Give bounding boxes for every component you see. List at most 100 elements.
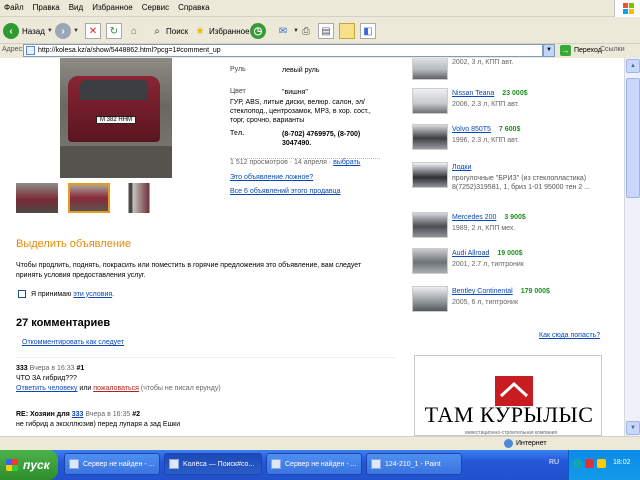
chevron-down-icon: ▼	[46, 28, 53, 34]
address-input[interactable]: http://kolesa.kz/a/show/5448862.html?pcg…	[23, 44, 543, 57]
sidebar-listing[interactable]: 2002, 3 л, КПП авт.	[412, 58, 612, 90]
listing-thumbnail[interactable]	[412, 248, 448, 274]
or-text: или	[77, 385, 94, 392]
listing-title[interactable]: Audi Allroad	[452, 250, 489, 257]
complain-link[interactable]: пожаловаться	[93, 385, 139, 392]
home-icon: ⌂	[130, 25, 138, 37]
links-button[interactable]: Ссылки	[600, 46, 625, 53]
listing-thumbnail[interactable]	[412, 162, 448, 188]
photo-thumbnail-2[interactable]	[68, 183, 110, 213]
favorites-button[interactable]: ★ Избранное	[192, 21, 250, 41]
forward-button[interactable]: › ▼	[55, 21, 79, 41]
back-button[interactable]: ‹ Назад ▼	[3, 21, 53, 41]
listing-thumbnail[interactable]	[412, 212, 448, 238]
listing-title[interactable]: Лодки	[452, 164, 471, 171]
false-ad-link[interactable]: Это объявление ложное?	[230, 174, 313, 181]
home-button[interactable]: ⌂	[126, 21, 142, 41]
taskbar-item[interactable]: Сервер не найден - ...	[266, 453, 362, 475]
comment-number: #1	[76, 365, 85, 372]
favorites-label: Избранное	[209, 26, 250, 36]
ad-logo-text: ТАМ КУРЫЛЫС	[424, 402, 594, 427]
listing-price: 3 900$	[504, 214, 526, 221]
agree-checkbox[interactable]	[18, 290, 26, 298]
edit-button[interactable]: ▤	[318, 21, 334, 41]
taskbar-item-active[interactable]: Kолёса — Поиск#co...	[164, 453, 262, 475]
status-bar: Интернет	[0, 436, 640, 450]
ad-banner[interactable]: ТАМ КУРЫЛЫС инвестиционно-строительная к…	[414, 355, 602, 436]
photo-thumbnail-1[interactable]	[16, 183, 58, 213]
listing-desc: 2006, 2.3 л, КПП авт.	[452, 101, 520, 108]
how-to-get-here-link[interactable]: Как сюда попасть?	[539, 332, 600, 339]
sidebar-listing[interactable]: Nissan Teana 23 000$ 2006, 2.3 л, КПП авт…	[412, 88, 612, 128]
comment-author[interactable]: 333	[16, 365, 28, 372]
license-plate: M 382 HHM	[96, 116, 136, 124]
address-bar: Адрес: http://kolesa.kz/a/show/5448862.h…	[0, 44, 640, 58]
agree-prefix: Я принимаю	[31, 290, 72, 298]
stop-icon: ✕	[85, 23, 101, 39]
mail-button[interactable]: ✉ ▼	[275, 21, 299, 41]
comment-author[interactable]: 333	[72, 411, 84, 418]
tray-app-icon[interactable]	[597, 459, 606, 468]
menu-view[interactable]: Вид	[65, 0, 88, 12]
sidebar-listing[interactable]: Audi Allroad 19 000$ 2001, 2.7 л, типтрон…	[412, 248, 612, 288]
sidebar-listing[interactable]: Bentley Continental 179 000$ 2005, 6 л, т…	[412, 286, 612, 326]
windows-logo-icon	[614, 0, 640, 17]
listing-thumbnail[interactable]	[412, 58, 448, 80]
comments-title: 27 комментариев	[16, 317, 111, 329]
stop-button[interactable]: ✕	[85, 21, 101, 41]
vertical-scrollbar[interactable]: ▲ ▼	[624, 58, 640, 436]
all-ads-link[interactable]: Все 6 объявлений этого продавца	[230, 188, 341, 195]
search-button[interactable]: ⌕ Поиск	[149, 21, 188, 41]
listing-thumbnail[interactable]	[412, 286, 448, 312]
sidebar-listing[interactable]: Лодки прогулочные "БРИЗ" (из стеклопласт…	[412, 162, 612, 208]
car-main-photo[interactable]: M 382 HHM	[60, 58, 172, 178]
messenger-button[interactable]: ◧	[360, 21, 376, 41]
task-label: Сервер не найден - ...	[83, 460, 155, 468]
promo-title: Выделить объявление	[16, 238, 132, 250]
reply-link[interactable]: Ответить человеку	[16, 385, 77, 392]
address-dropdown-button[interactable]: ▼	[543, 44, 555, 57]
photo-thumbnail-3[interactable]	[120, 183, 162, 213]
agree-suffix: .	[112, 290, 115, 298]
start-button[interactable]: пуск	[0, 450, 58, 480]
comment-button[interactable]: Откомментировать как следует	[22, 339, 124, 346]
views-count: 1 512 просмотров · 14 апреля ·	[230, 159, 334, 166]
language-indicator[interactable]: RU	[549, 459, 559, 466]
taskbar-item[interactable]: 124-210_1 - Paint	[366, 453, 462, 475]
menu-edit[interactable]: Правка	[29, 0, 65, 12]
scroll-thumb[interactable]	[626, 78, 640, 198]
refresh-button[interactable]: ↻	[106, 21, 122, 41]
listing-price: 23 000$	[502, 90, 528, 97]
go-button[interactable]: → Переход	[560, 44, 602, 57]
print-button[interactable]: ⎙	[298, 21, 314, 41]
antivirus-icon[interactable]	[585, 459, 594, 468]
scroll-up-button[interactable]: ▲	[626, 59, 640, 73]
note-icon	[339, 23, 355, 39]
scroll-down-button[interactable]: ▼	[626, 421, 640, 435]
menu-favorites[interactable]: Избранное	[88, 0, 138, 12]
listing-thumbnail[interactable]	[412, 88, 448, 114]
network-icon[interactable]	[573, 459, 582, 468]
taskbar-item[interactable]: Сервер не найден - ...	[64, 453, 160, 475]
discuss-button[interactable]	[339, 21, 355, 41]
comment-2: RE: Хозяин для 333 Вчера в 16:35 #2 не г…	[16, 410, 406, 430]
start-label: пуск	[23, 458, 50, 472]
menu-help[interactable]: Справка	[174, 0, 214, 12]
listing-title[interactable]: Volvo 850T5	[452, 126, 491, 133]
history-button[interactable]: ◷	[250, 21, 266, 41]
listing-desc: 1989, 2 л, КПП мех.	[452, 225, 516, 232]
menu-tools[interactable]: Сервис	[138, 0, 174, 12]
agree-row: Я принимаю эти условия.	[18, 290, 114, 298]
listing-title[interactable]: Mercedes 200	[452, 214, 496, 221]
address-label: Адрес:	[2, 46, 24, 53]
menu-file[interactable]: Файл	[0, 0, 29, 12]
listing-title[interactable]: Bentley Continental	[452, 288, 513, 295]
print-icon: ⎙	[302, 25, 310, 37]
terms-link[interactable]: эти условия	[73, 291, 112, 298]
listing-thumbnail[interactable]	[412, 124, 448, 150]
select-link[interactable]: выбрать	[333, 159, 360, 166]
refresh-icon: ↻	[106, 23, 122, 39]
sidebar-listing[interactable]: Volvo 850T5 7 600$ 1996, 2.3 л, КПП авт.	[412, 124, 612, 164]
sidebar-listing[interactable]: Mercedes 200 3 900$ 1989, 2 л, КПП мех.	[412, 212, 612, 252]
listing-title[interactable]: Nissan Teana	[452, 90, 494, 97]
